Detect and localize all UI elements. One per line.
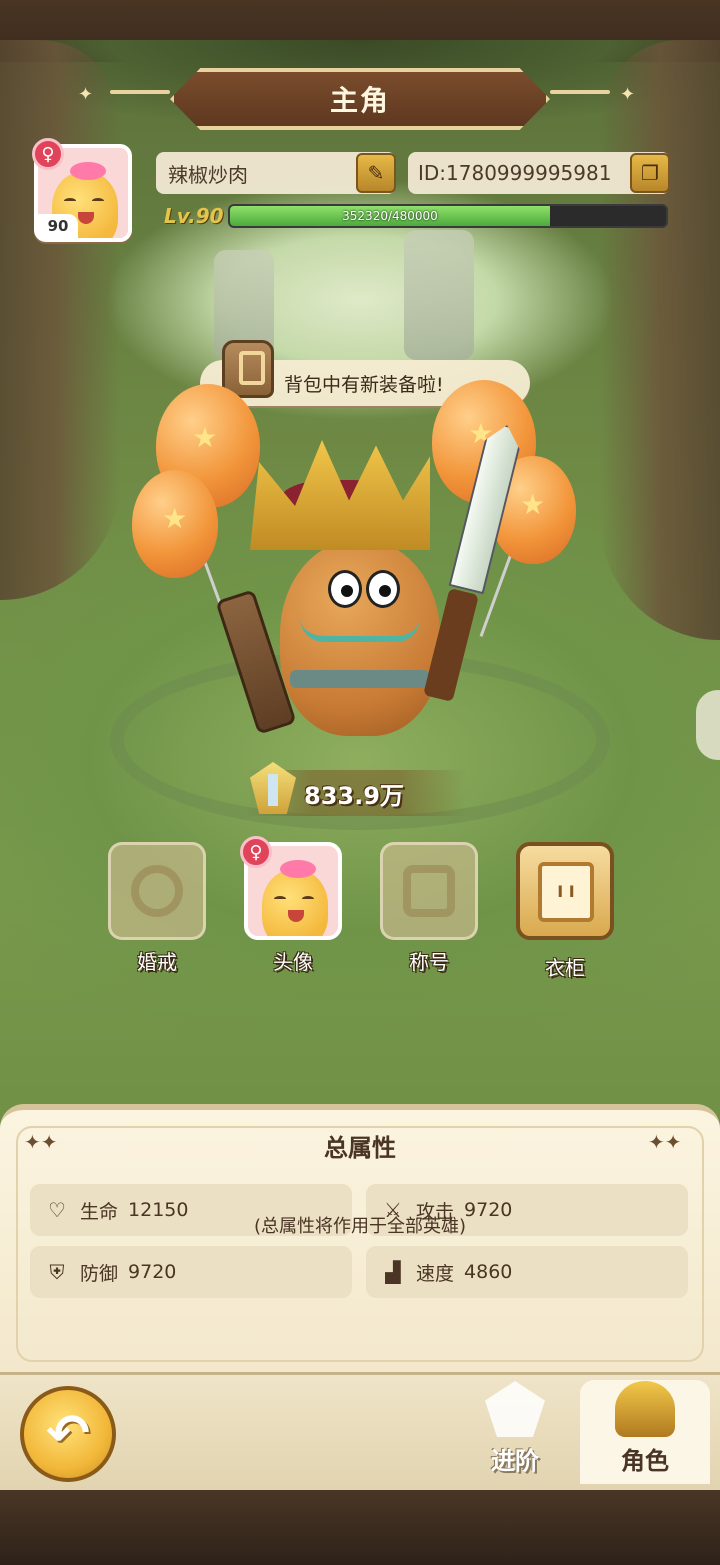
stat-label: 速度 <box>416 1262 455 1285</box>
notice-text: 背包中有新装备啦! <box>284 373 444 396</box>
tab-character-label: 角色 <box>621 1447 669 1475</box>
stat-value: 4860 <box>464 1261 513 1283</box>
attributes-note: (总属性将作用于全部英雄) <box>253 1216 467 1237</box>
combat-power: 833.9万 <box>304 782 404 810</box>
avatar-label: 头像 <box>273 950 313 974</box>
balloon <box>132 470 218 578</box>
title-ornament <box>550 90 610 94</box>
avatar-eye <box>274 896 286 902</box>
stat-value: 9720 <box>128 1261 177 1283</box>
bow-icon <box>280 860 316 878</box>
stat-speed: ▟ 速度 4860 <box>366 1246 688 1298</box>
title-ornament <box>110 90 170 94</box>
bottom-frame <box>0 1490 720 1565</box>
title-crown-icon <box>403 865 455 917</box>
stat-defense: ⛨ 防御 9720 <box>30 1246 352 1298</box>
avatar-level: 90 <box>38 214 78 238</box>
avatar-mouth <box>288 910 304 922</box>
sparkle-icon: ✦ <box>620 84 636 105</box>
wardrobe-icon <box>538 862 594 922</box>
attributes-title: 总属性 <box>324 1134 396 1162</box>
background-rock <box>404 230 474 360</box>
stat-label: 防御 <box>80 1262 119 1285</box>
female-icon: ♀ <box>240 836 272 868</box>
bow-icon <box>70 162 106 180</box>
title-button[interactable] <box>380 842 478 940</box>
avatar-mouth <box>78 212 94 224</box>
xp-text: 352320/480000 <box>342 209 438 223</box>
sparkle-icon: ✦✦ <box>24 1130 58 1154</box>
pencil-icon: ✎ <box>367 161 385 185</box>
sparkle-icon: ✦ <box>78 84 94 105</box>
tab-character[interactable]: 角色 <box>580 1380 710 1484</box>
copy-id-button[interactable]: ❐ <box>630 153 670 193</box>
hero-necklace <box>300 618 420 642</box>
hero-belt <box>290 670 430 688</box>
shield-icon: ⛨ <box>49 1260 65 1284</box>
player-name: 辣椒炒肉 <box>168 162 248 187</box>
tree-left <box>0 40 120 600</box>
page-title: 主角 <box>329 84 390 117</box>
tab-advance[interactable]: 进阶 <box>450 1380 580 1484</box>
side-handle[interactable] <box>696 690 720 760</box>
player-id: ID:1780999995981 <box>418 161 612 185</box>
title-banner: 主角 <box>170 68 550 130</box>
boot-icon: ▟ <box>385 1260 401 1284</box>
avatar-eye <box>92 198 104 204</box>
sparkle-icon: ✦✦ <box>648 1130 682 1154</box>
wardrobe-label: 衣柜 <box>545 956 585 980</box>
avatar-eye <box>64 198 76 204</box>
character-icon <box>615 1381 675 1437</box>
tab-advance-label: 进阶 <box>491 1447 539 1475</box>
wedding-ring-label: 婚戒 <box>137 950 177 974</box>
back-button[interactable]: ↶ <box>20 1386 116 1482</box>
tree-right <box>600 40 720 640</box>
edit-name-button[interactable]: ✎ <box>356 153 396 193</box>
copy-icon: ❐ <box>641 161 659 185</box>
attributes-panel: 总属性 ✦✦ ✦✦ ♡ 生命 12150 ⚔ 攻击 9720 ⛨ 防御 9720… <box>0 1104 720 1374</box>
title-label: 称号 <box>409 950 449 974</box>
xp-bar: 352320/480000 <box>228 204 668 228</box>
wardrobe-button[interactable] <box>516 842 614 940</box>
wedding-ring-button[interactable] <box>108 842 206 940</box>
hero-eye <box>366 570 400 608</box>
advance-icon <box>485 1381 545 1437</box>
female-icon: ♀ <box>32 138 64 170</box>
hero-eye <box>328 570 362 608</box>
avatar-potato <box>262 870 328 936</box>
back-arrow-icon: ↶ <box>46 1404 90 1464</box>
level-label: Lv.90 <box>164 204 224 228</box>
avatar-eye <box>302 896 314 902</box>
ring-icon <box>131 865 183 917</box>
